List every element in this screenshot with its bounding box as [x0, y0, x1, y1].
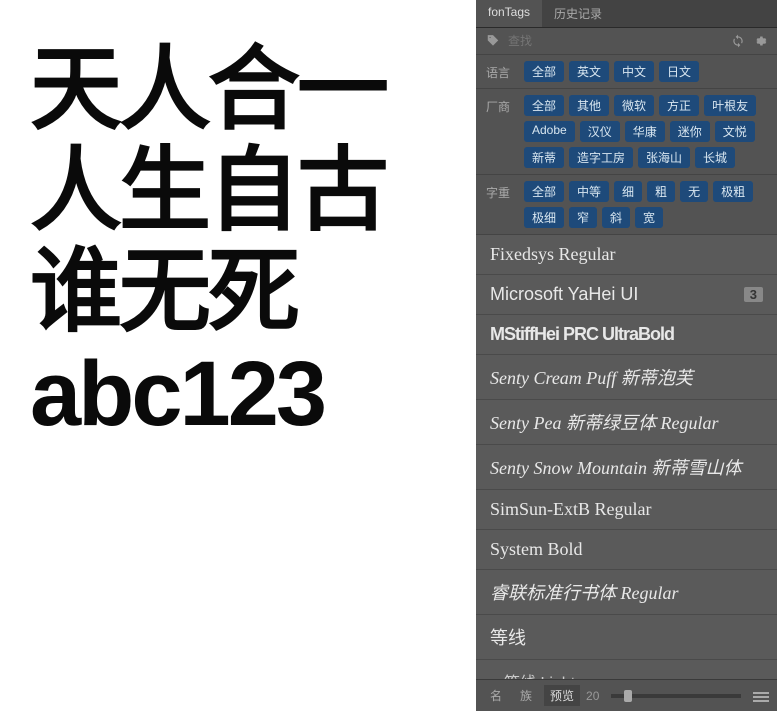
font-item[interactable]: SimSun-ExtB Regular	[476, 490, 777, 530]
font-item[interactable]: 等线	[476, 615, 777, 660]
font-name: Senty Cream Puff 新蒂泡芙	[490, 364, 693, 390]
language-tag[interactable]: 日文	[659, 61, 699, 82]
font-panel: fonTags 历史记录 语言 全部英文中文日文 厂商 全部其他微软方正叶根友A…	[476, 0, 777, 711]
filter-weight: 字重 全部中等细粗无极粗极细窄斜宽	[476, 175, 777, 235]
font-item[interactable]: Senty Pea 新蒂绿豆体 Regular	[476, 400, 777, 445]
vendor-tag[interactable]: 新蒂	[524, 147, 564, 168]
tab-bar: fonTags 历史记录	[476, 0, 777, 28]
menu-icon[interactable]	[753, 690, 769, 702]
vendor-tag[interactable]: Adobe	[524, 121, 575, 142]
tab-fontags[interactable]: fonTags	[476, 0, 542, 27]
weight-tag[interactable]: 无	[680, 181, 708, 202]
tab-history[interactable]: 历史记录	[542, 0, 614, 27]
vendor-tag[interactable]: 全部	[524, 95, 564, 116]
tag-icon	[486, 34, 500, 48]
weight-tag[interactable]: 斜	[602, 207, 630, 228]
font-name: Fixedsys Regular	[490, 244, 616, 265]
vendor-tag[interactable]: 汉仪	[580, 121, 620, 142]
view-family-button[interactable]: 族	[514, 685, 538, 706]
vendor-tag[interactable]: 迷你	[670, 121, 710, 142]
vendor-tag[interactable]: 造字工房	[569, 147, 633, 168]
font-name: Microsoft YaHei UI	[490, 284, 638, 305]
weight-tag[interactable]: 细	[614, 181, 642, 202]
font-name: 睿联标准行书体 Regular	[490, 579, 679, 605]
filter-vendor: 厂商 全部其他微软方正叶根友 Adobe汉仪华康迷你文悦新蒂造字工房张海山长城	[476, 89, 777, 175]
footer-bar: 名 族 预览 20	[476, 679, 777, 711]
view-preview-button[interactable]: 预览	[544, 685, 580, 706]
vendor-tag[interactable]: 华康	[625, 121, 665, 142]
preview-size-value: 20	[586, 689, 599, 703]
filter-label-weight: 字重	[486, 181, 514, 201]
weight-tags: 全部中等细粗无极粗极细窄斜宽	[524, 181, 767, 228]
font-name: Senty Snow Mountain 新蒂雪山体	[490, 454, 741, 480]
filter-label-language: 语言	[486, 61, 514, 81]
font-name: Senty Pea 新蒂绿豆体 Regular	[490, 409, 718, 435]
font-name: MStiffHei PRC UltraBold	[490, 324, 674, 345]
font-name: 等线	[490, 624, 526, 650]
refresh-icon[interactable]	[731, 34, 745, 48]
weight-tag[interactable]: 中等	[569, 181, 609, 202]
size-slider[interactable]	[611, 694, 741, 698]
filter-label-vendor: 厂商	[486, 95, 514, 115]
preview-line-4: abc123	[30, 344, 446, 445]
font-item[interactable]: 睿联标准行书体 Regular	[476, 570, 777, 615]
font-item[interactable]: System Bold	[476, 530, 777, 570]
vendor-tag[interactable]: 叶根友	[704, 95, 756, 116]
preview-line-1: 天人合一	[30, 40, 446, 141]
vendor-tag[interactable]: 微软	[614, 95, 654, 116]
font-item[interactable]: 等线 Light	[476, 660, 777, 679]
font-item[interactable]: Microsoft YaHei UI 3	[476, 275, 777, 315]
search-row	[476, 28, 777, 55]
font-list[interactable]: Fixedsys Regular Microsoft YaHei UI 3 MStif…	[476, 235, 777, 679]
preview-line-3: 谁无死	[30, 242, 446, 343]
font-name: 等线 Light	[504, 669, 575, 679]
font-item[interactable]: MStiffHei PRC UltraBold	[476, 315, 777, 355]
language-tags: 全部英文中文日文	[524, 61, 767, 82]
weight-tag[interactable]: 粗	[647, 181, 675, 202]
weight-tag[interactable]: 宽	[635, 207, 663, 228]
vendor-tags: 全部其他微软方正叶根友 Adobe汉仪华康迷你文悦新蒂造字工房张海山长城	[524, 95, 767, 168]
filter-language: 语言 全部英文中文日文	[476, 55, 777, 89]
language-tag[interactable]: 英文	[569, 61, 609, 82]
preview-text: 天人合一 人生自古 谁无死 abc123	[30, 40, 446, 445]
font-name: System Bold	[490, 539, 583, 560]
weight-tag[interactable]: 全部	[524, 181, 564, 202]
weight-tag[interactable]: 极粗	[713, 181, 753, 202]
language-tag[interactable]: 中文	[614, 61, 654, 82]
font-name: SimSun-ExtB Regular	[490, 499, 652, 520]
font-item[interactable]: Senty Cream Puff 新蒂泡芙	[476, 355, 777, 400]
preview-line-2: 人生自古	[30, 141, 446, 242]
view-name-button[interactable]: 名	[484, 685, 508, 706]
gear-icon[interactable]	[753, 34, 767, 48]
vendor-tag[interactable]: 文悦	[715, 121, 755, 142]
vendor-tag[interactable]: 方正	[659, 95, 699, 116]
count-badge: 3	[744, 287, 763, 302]
search-input[interactable]	[508, 34, 723, 48]
font-item[interactable]: Fixedsys Regular	[476, 235, 777, 275]
vendor-tag[interactable]: 其他	[569, 95, 609, 116]
weight-tag[interactable]: 极细	[524, 207, 564, 228]
vendor-tag[interactable]: 张海山	[638, 147, 690, 168]
font-item[interactable]: Senty Snow Mountain 新蒂雪山体	[476, 445, 777, 490]
weight-tag[interactable]: 窄	[569, 207, 597, 228]
language-tag[interactable]: 全部	[524, 61, 564, 82]
vendor-tag[interactable]: 长城	[695, 147, 735, 168]
slider-thumb[interactable]	[624, 690, 632, 702]
preview-pane: 天人合一 人生自古 谁无死 abc123	[0, 0, 476, 711]
